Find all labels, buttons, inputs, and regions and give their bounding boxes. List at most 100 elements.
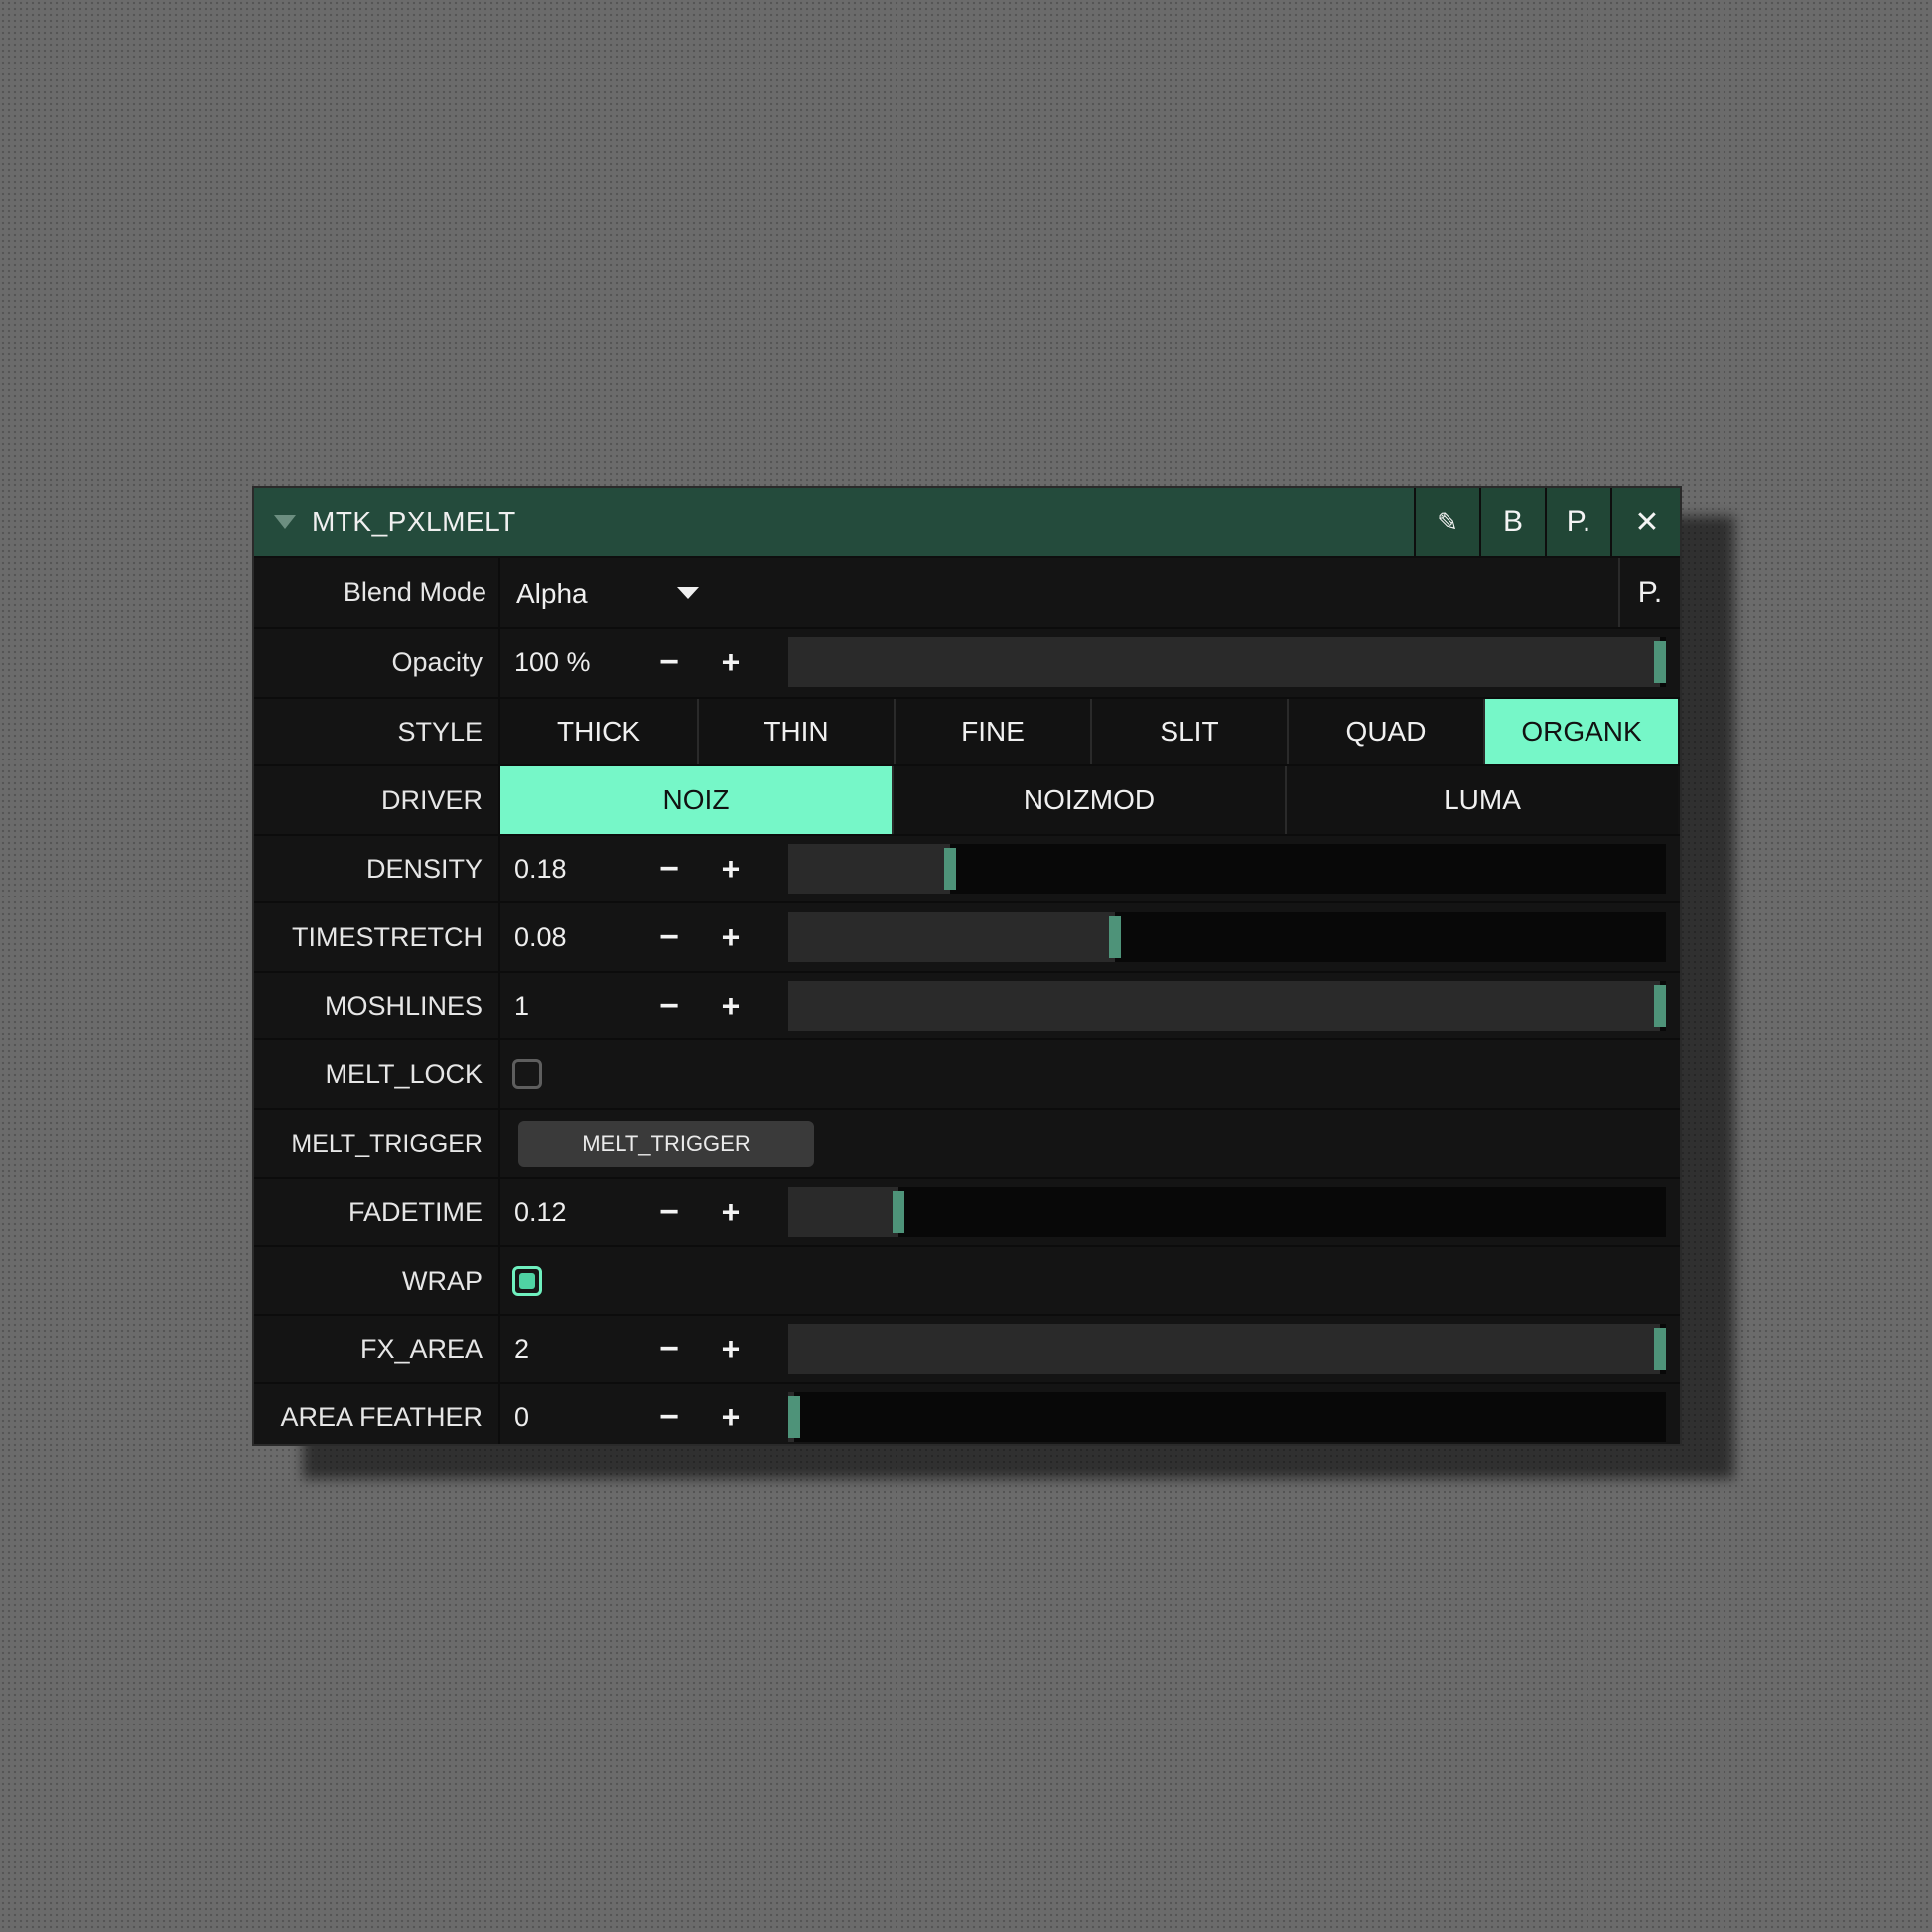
style-label: STYLE: [397, 717, 483, 747]
style-row: STYLE THICK THIN FINE SLIT QUAD ORGANK: [254, 699, 1680, 766]
preset-button[interactable]: P.: [1545, 488, 1610, 556]
style-option-slit[interactable]: SLIT: [1090, 699, 1287, 764]
density-decrement-button[interactable]: −: [649, 836, 689, 901]
timestretch-increment-button[interactable]: +: [711, 903, 751, 971]
slider-handle[interactable]: [1654, 985, 1666, 1027]
title-bar[interactable]: MTK_PXLMELT ✎ B P. ✕: [254, 488, 1680, 558]
density-row: DENSITY 0.18 − +: [254, 836, 1680, 903]
row-divider: [498, 836, 500, 901]
moshlines-increment-button[interactable]: +: [711, 973, 751, 1038]
close-icon: ✕: [1634, 505, 1660, 539]
fx-area-row: FX_AREA 2 − +: [254, 1316, 1680, 1384]
fadetime-row: FADETIME 0.12 − +: [254, 1179, 1680, 1247]
style-option-thick[interactable]: THICK: [500, 699, 697, 764]
collapse-triangle-icon[interactable]: [274, 515, 296, 529]
melt-lock-checkbox[interactable]: [512, 1059, 542, 1089]
density-slider[interactable]: [788, 844, 1666, 894]
area-feather-increment-button[interactable]: +: [711, 1384, 751, 1444]
melt-trigger-button[interactable]: MELT_TRIGGER: [518, 1121, 814, 1167]
timestretch-row: TIMESTRETCH 0.08 − +: [254, 903, 1680, 973]
row-divider: [498, 1384, 500, 1444]
fadetime-slider[interactable]: [788, 1187, 1666, 1237]
row-divider: [498, 1040, 500, 1108]
area-feather-decrement-button[interactable]: −: [649, 1384, 689, 1444]
fx-area-slider[interactable]: [788, 1324, 1666, 1374]
blend-mode-row: Blend Mode Alpha P.: [254, 558, 1680, 629]
fadetime-value[interactable]: 0.12: [514, 1179, 567, 1245]
slider-handle[interactable]: [943, 848, 956, 890]
opacity-slider[interactable]: [788, 637, 1666, 687]
slider-handle[interactable]: [1654, 641, 1666, 683]
fx-area-value[interactable]: 2: [514, 1316, 529, 1382]
style-option-fine[interactable]: FINE: [894, 699, 1090, 764]
fx-area-decrement-button[interactable]: −: [649, 1316, 689, 1382]
row-divider: [498, 903, 500, 971]
melt-lock-label: MELT_LOCK: [325, 1059, 483, 1089]
edit-button[interactable]: ✎: [1414, 488, 1479, 556]
row-divider: [498, 1247, 500, 1314]
slider-handle[interactable]: [892, 1191, 904, 1233]
bypass-button[interactable]: B: [1479, 488, 1545, 556]
panel-title: MTK_PXLMELT: [312, 506, 516, 537]
row-divider: [498, 973, 500, 1038]
effect-panel: MTK_PXLMELT ✎ B P. ✕ Blend Mode Alpha P.…: [252, 486, 1682, 1446]
slider-fill: [788, 981, 1660, 1031]
wrap-checkbox[interactable]: [512, 1266, 542, 1296]
area-feather-value[interactable]: 0: [514, 1384, 529, 1444]
chevron-down-icon: [677, 587, 699, 599]
fx-area-increment-button[interactable]: +: [711, 1316, 751, 1382]
slider-fill: [788, 1187, 898, 1237]
moshlines-slider[interactable]: [788, 981, 1666, 1031]
blend-preset-button[interactable]: P.: [1618, 558, 1680, 627]
wrap-row: WRAP: [254, 1247, 1680, 1316]
slider-handle[interactable]: [1108, 916, 1121, 958]
slider-handle[interactable]: [788, 1396, 800, 1438]
timestretch-value[interactable]: 0.08: [514, 903, 567, 971]
density-value[interactable]: 0.18: [514, 836, 567, 901]
timestretch-decrement-button[interactable]: −: [649, 903, 689, 971]
style-option-quad[interactable]: QUAD: [1287, 699, 1483, 764]
moshlines-row: MOSHLINES 1 − +: [254, 973, 1680, 1040]
timestretch-slider[interactable]: [788, 912, 1666, 962]
opacity-value[interactable]: 100 %: [514, 629, 591, 695]
style-segmented-control: THICK THIN FINE SLIT QUAD ORGANK: [500, 699, 1680, 764]
driver-label: DRIVER: [380, 785, 483, 815]
style-option-organk[interactable]: ORGANK: [1483, 699, 1678, 764]
slider-fill: [788, 844, 950, 894]
opacity-increment-button[interactable]: +: [711, 629, 751, 695]
melt-trigger-row: MELT_TRIGGER MELT_TRIGGER: [254, 1110, 1680, 1179]
fadetime-decrement-button[interactable]: −: [649, 1179, 689, 1245]
opacity-row: Opacity 100 % − +: [254, 629, 1680, 699]
slider-fill: [788, 1324, 1660, 1374]
slider-fill: [788, 637, 1660, 687]
pencil-icon: ✎: [1437, 506, 1458, 537]
opacity-label: Opacity: [391, 647, 483, 677]
driver-option-noizmod[interactable]: NOIZMOD: [892, 766, 1285, 834]
blend-mode-label: Blend Mode: [343, 577, 486, 607]
fadetime-increment-button[interactable]: +: [711, 1179, 751, 1245]
driver-option-noiz[interactable]: NOIZ: [500, 766, 892, 834]
close-button[interactable]: ✕: [1610, 488, 1680, 556]
fx-area-label: FX_AREA: [359, 1334, 483, 1364]
slider-handle[interactable]: [1654, 1328, 1666, 1370]
blend-mode-value: Alpha: [516, 578, 588, 609]
area-feather-slider[interactable]: [788, 1392, 1666, 1442]
driver-segmented-control: NOIZ NOIZMOD LUMA: [500, 766, 1680, 834]
row-divider: [498, 1179, 500, 1245]
melt-lock-row: MELT_LOCK: [254, 1040, 1680, 1110]
opacity-decrement-button[interactable]: −: [649, 629, 689, 695]
moshlines-value[interactable]: 1: [514, 973, 529, 1038]
driver-option-luma[interactable]: LUMA: [1285, 766, 1678, 834]
melt-trigger-label: MELT_TRIGGER: [291, 1130, 483, 1158]
blend-mode-select[interactable]: Alpha: [500, 558, 1571, 627]
style-option-thin[interactable]: THIN: [697, 699, 894, 764]
moshlines-decrement-button[interactable]: −: [649, 973, 689, 1038]
row-divider: [498, 1316, 500, 1382]
density-label: DENSITY: [365, 854, 483, 884]
area-feather-label: AREA FEATHER: [280, 1402, 483, 1432]
row-divider: [498, 1110, 500, 1177]
area-feather-row: AREA FEATHER 0 − +: [254, 1384, 1680, 1444]
row-divider: [498, 629, 500, 697]
density-increment-button[interactable]: +: [711, 836, 751, 901]
preset-button-label: P.: [1637, 576, 1663, 609]
